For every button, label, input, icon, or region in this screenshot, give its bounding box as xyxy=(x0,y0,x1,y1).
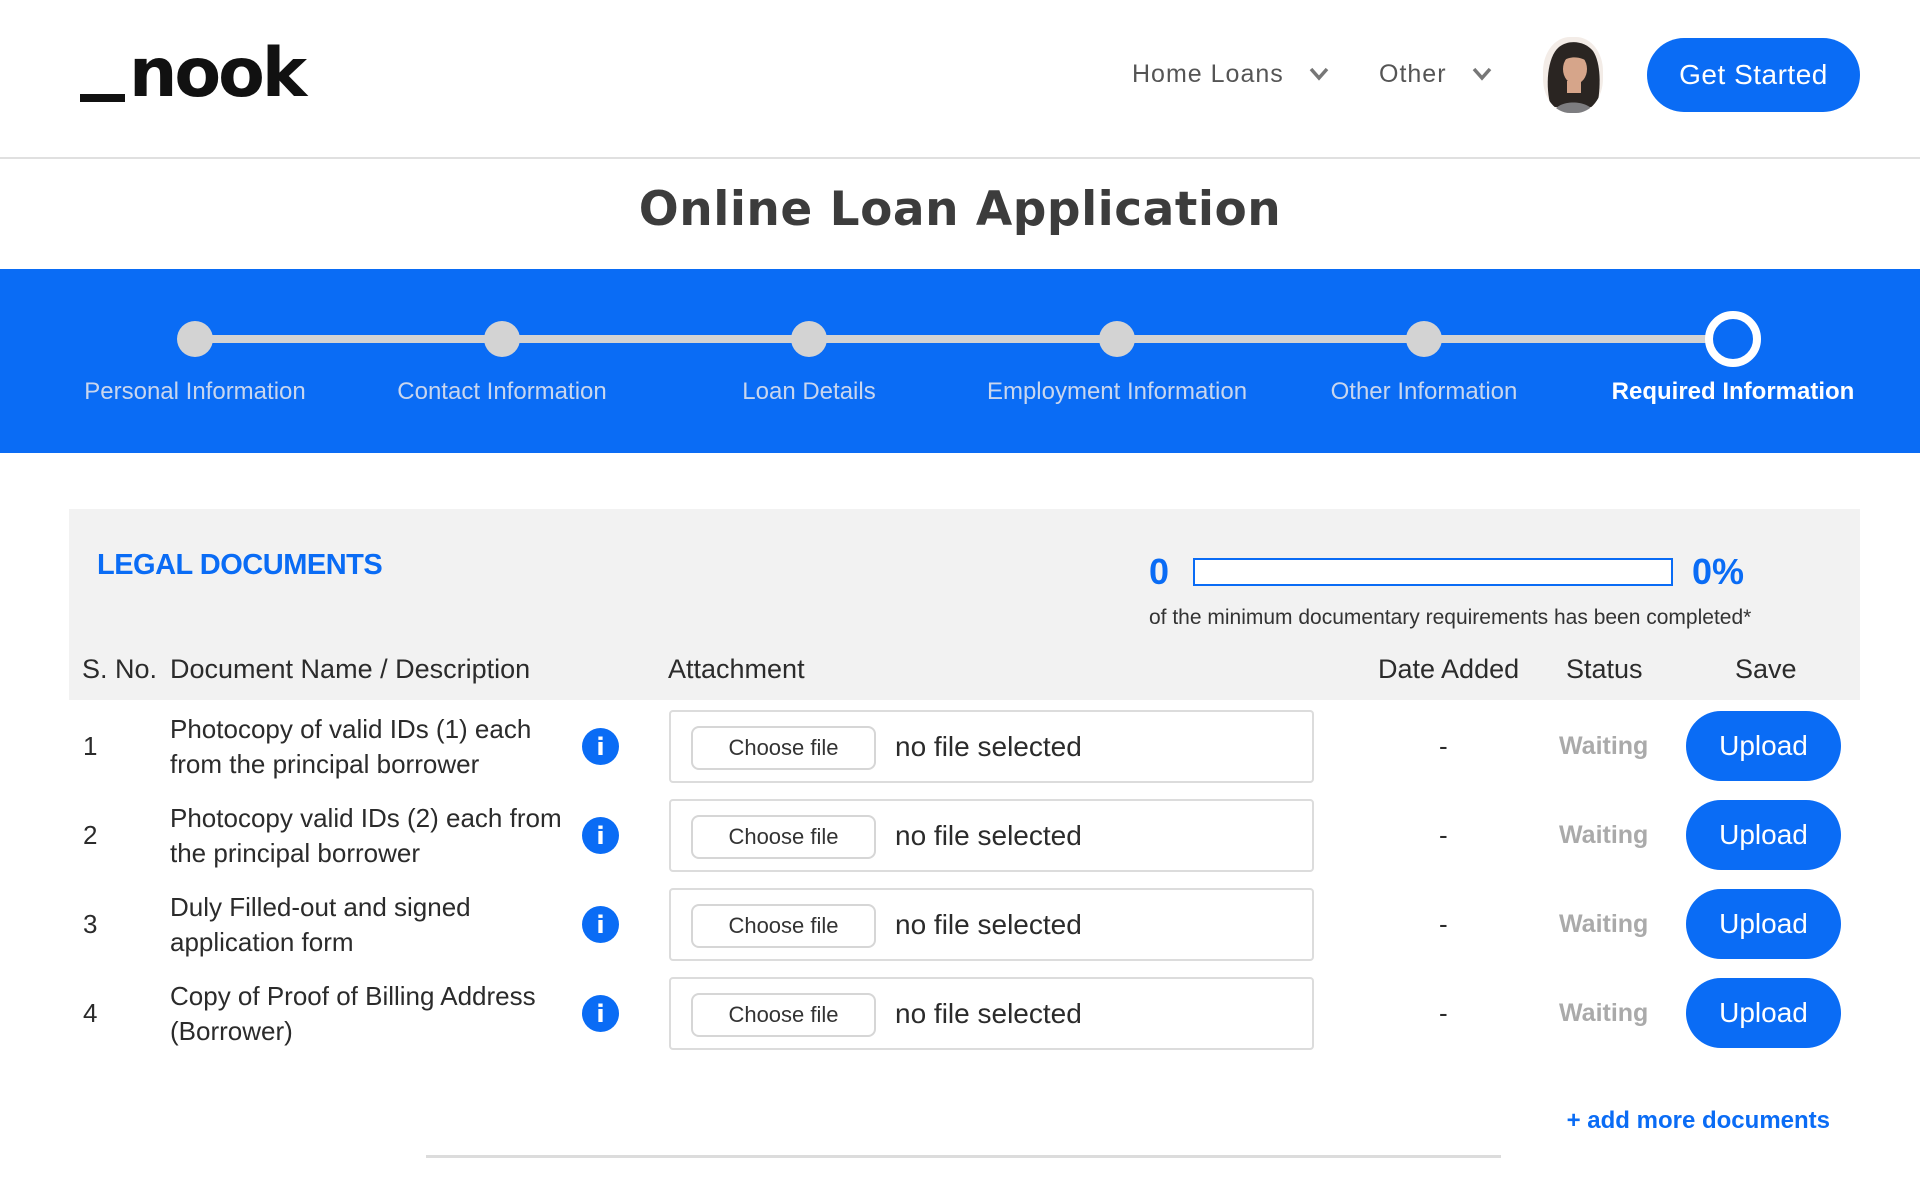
file-name: no file selected xyxy=(895,819,1082,851)
document-name: Photocopy of valid IDs (1) each from the… xyxy=(170,713,532,779)
nook-logo[interactable]: nook xyxy=(80,34,307,114)
user-avatar[interactable] xyxy=(1543,37,1603,113)
info-icon[interactable]: i xyxy=(582,817,619,854)
step-required-information[interactable]: Required Information xyxy=(1583,269,1883,453)
choose-file-button[interactable]: Choose file xyxy=(691,726,876,770)
column-header-document: Document Name / Description xyxy=(170,654,531,684)
upload-button[interactable]: Upload xyxy=(1686,800,1841,870)
logo-text: nook xyxy=(129,34,307,113)
step-label: Contact Information xyxy=(397,378,607,405)
document-name: Copy of Proof of Billing Address (Borrow… xyxy=(170,980,536,1046)
status-badge: Waiting xyxy=(1559,910,1649,938)
status-badge: Waiting xyxy=(1559,999,1649,1027)
get-started-button[interactable]: Get Started xyxy=(1647,38,1860,112)
choose-file-button[interactable]: Choose file xyxy=(691,993,876,1037)
step-loan-details[interactable]: Loan Details xyxy=(659,269,959,453)
table-row: 4 Copy of Proof of Billing Address (Borr… xyxy=(69,969,1860,1058)
file-name: no file selected xyxy=(895,997,1082,1029)
completion-caption: of the minimum documentary requirements … xyxy=(1149,606,1752,629)
status-badge: Waiting xyxy=(1559,821,1649,849)
step-label: Loan Details xyxy=(742,378,876,405)
step-dot xyxy=(484,321,520,357)
step-contact-information[interactable]: Contact Information xyxy=(352,269,652,453)
page-title: Online Loan Application xyxy=(638,182,1282,237)
divider xyxy=(426,1155,1501,1158)
legal-documents-panel: LEGAL DOCUMENTS 0 0% of the minimum docu… xyxy=(69,509,1860,700)
info-icon[interactable]: i xyxy=(582,995,619,1032)
step-dot xyxy=(1406,321,1442,357)
file-input[interactable]: Choose file no file selected xyxy=(669,799,1314,872)
upload-button[interactable]: Upload xyxy=(1686,889,1841,959)
file-name: no file selected xyxy=(895,908,1082,940)
upload-button[interactable]: Upload xyxy=(1686,978,1841,1048)
row-number: 3 xyxy=(83,909,98,939)
step-dot xyxy=(1099,321,1135,357)
file-input[interactable]: Choose file no file selected xyxy=(669,710,1314,783)
chevron-down-icon xyxy=(1308,63,1330,85)
nav-home-loans-label: Home Loans xyxy=(1132,59,1284,88)
logo-underscore xyxy=(80,94,125,102)
nav-other-label: Other xyxy=(1379,59,1447,88)
completed-count: 0 xyxy=(1149,551,1170,592)
row-number: 4 xyxy=(83,998,98,1028)
nav-other[interactable]: Other xyxy=(1379,52,1493,96)
table-row: 1 Photocopy of valid IDs (1) each from t… xyxy=(69,702,1860,791)
column-header-status: Status xyxy=(1566,654,1643,684)
row-number: 1 xyxy=(83,731,98,761)
row-number: 2 xyxy=(83,820,98,850)
step-other-information[interactable]: Other Information xyxy=(1274,269,1574,453)
file-input[interactable]: Choose file no file selected xyxy=(669,888,1314,961)
info-icon[interactable]: i xyxy=(582,906,619,943)
step-dot-active xyxy=(1705,311,1761,367)
progress-stepper: Personal Information Contact Information… xyxy=(0,269,1920,453)
chevron-down-icon xyxy=(1471,63,1493,85)
step-dot xyxy=(791,321,827,357)
completion-percent: 0% xyxy=(1692,551,1745,592)
document-name: Duly Filled-out and signed application f… xyxy=(170,891,471,957)
step-label: Personal Information xyxy=(84,378,306,405)
date-added: - xyxy=(1439,820,1448,850)
step-personal-information[interactable]: Personal Information xyxy=(45,269,345,453)
step-label: Employment Information xyxy=(986,378,1248,405)
table-row: 2 Photocopy valid IDs (2) each from the … xyxy=(69,791,1860,880)
choose-file-button[interactable]: Choose file xyxy=(691,815,876,859)
column-header-save: Save xyxy=(1735,654,1797,684)
upload-button[interactable]: Upload xyxy=(1686,711,1841,781)
column-header-attachment: Attachment xyxy=(668,654,805,684)
info-icon[interactable]: i xyxy=(582,728,619,765)
column-header-sno: S. No. xyxy=(82,654,158,684)
choose-file-button[interactable]: Choose file xyxy=(691,904,876,948)
add-more-documents-link[interactable]: + add more documents xyxy=(1567,1107,1830,1135)
step-label-active: Required Information xyxy=(1611,378,1855,405)
date-added: - xyxy=(1439,998,1448,1028)
step-employment-information[interactable]: Employment Information xyxy=(967,269,1267,453)
document-name: Photocopy valid IDs (2) each from the pr… xyxy=(170,802,562,868)
column-header-date-added: Date Added xyxy=(1378,654,1520,684)
status-badge: Waiting xyxy=(1559,732,1649,760)
date-added: - xyxy=(1439,731,1448,761)
file-input[interactable]: Choose file no file selected xyxy=(669,977,1314,1050)
nav-home-loans[interactable]: Home Loans xyxy=(1132,52,1330,96)
site-header: nook Home Loans Other Get Started xyxy=(0,0,1920,159)
step-dot xyxy=(177,321,213,357)
file-name: no file selected xyxy=(895,730,1082,762)
section-title: LEGAL DOCUMENTS xyxy=(97,549,383,581)
table-row: 3 Duly Filled-out and signed application… xyxy=(69,880,1860,969)
completion-progress-bar xyxy=(1193,558,1673,586)
step-label: Other Information xyxy=(1330,378,1518,405)
date-added: - xyxy=(1439,909,1448,939)
